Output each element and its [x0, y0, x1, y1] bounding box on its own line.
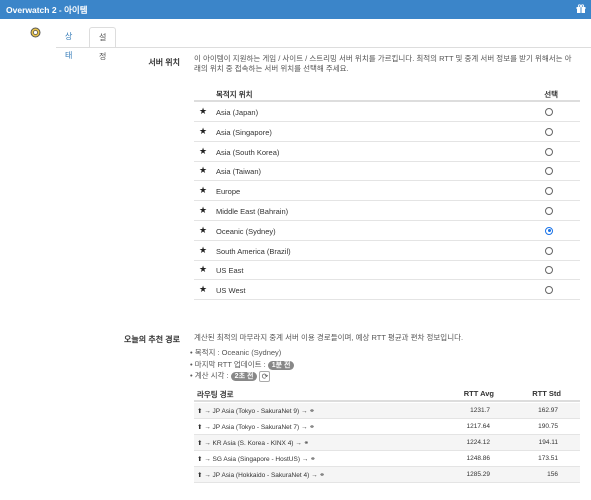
server-select-radio[interactable] — [545, 207, 553, 215]
server-select-radio[interactable] — [545, 187, 553, 196]
select-column-header: 선택 — [544, 90, 558, 99]
destination-column-header: 목적지 위치 — [216, 90, 253, 99]
star-icon: ★ — [199, 205, 208, 215]
calc-time-label: 계산 시각 : — [194, 371, 229, 380]
route-path: ⬆ → JP Asia (Tokyo - SakuraNet 9) → ⚭ — [197, 408, 315, 415]
rtt-std-value: 156 — [547, 471, 558, 478]
rtt-avg-value: 1217.64 — [466, 423, 491, 430]
server-name: Asia (Japan) — [216, 108, 259, 117]
tab-divider — [56, 47, 591, 48]
server-row[interactable]: ★ Asia (Japan) — [194, 102, 580, 122]
server-name: Europe — [216, 187, 241, 197]
calc-time-badge: 2초 전 — [230, 372, 258, 381]
window-title: Overwatch 2 - 아이템 — [6, 5, 88, 15]
gift-icon[interactable] — [576, 4, 586, 14]
server-select-radio[interactable] — [545, 286, 553, 295]
server-row[interactable]: ★ Middle East (Bahrain) — [194, 201, 580, 221]
star-icon: ★ — [199, 165, 208, 176]
route-row: ⬆ → JP Asia (Tokyo - SakuraNet 9) → ⚭ 123… — [194, 403, 580, 419]
server-row[interactable]: ★ Oceanic (Sydney) — [194, 221, 580, 241]
gear-globe-icon — [30, 27, 41, 38]
route-path: ⬆ → JP Asia (Tokyo - SakuraNet 7) → ⚭ — [197, 424, 315, 431]
route-column-header: 라우팅 경로 — [197, 390, 234, 399]
route-row: ⬆ → JP Asia (Tokyo - SakuraNet 7) → ⚭ 121… — [194, 419, 580, 435]
star-icon: ★ — [199, 224, 208, 235]
server-section-label: 서버 위치 — [148, 58, 180, 67]
tab-status[interactable]: 상태 — [56, 27, 81, 60]
server-name: Asia (South Korea) — [216, 147, 280, 157]
route-row: ⬆ → KR Asia (S. Korea - KINX 4) → ⚭ 1224.… — [194, 435, 580, 451]
star-icon: ★ — [199, 244, 208, 255]
server-select-radio[interactable] — [545, 108, 553, 116]
server-name: Asia (Taiwan) — [216, 167, 262, 177]
calc-time-info: • 계산 시각 : 2초 전 ⟳ — [190, 370, 271, 382]
star-icon: ★ — [199, 284, 208, 295]
route-row: ⬆ → SG Asia (Singapore - HostUS) → ⚭ 1248… — [194, 451, 580, 467]
server-name: Asia (Singapore) — [216, 127, 272, 137]
server-row[interactable]: ★ Europe — [194, 181, 580, 202]
route-row: ⬆ → JP Asia (Hokkaido - SakuraNet 4) → ⚭… — [194, 467, 580, 483]
rtt-std-value: 162.97 — [538, 407, 558, 414]
server-table-header: 목적지 위치 선택 — [194, 86, 580, 102]
rtt-avg-value: 1224.12 — [466, 439, 491, 446]
star-icon: ★ — [199, 185, 208, 196]
last-update-badge: 1분 전 — [267, 361, 295, 370]
star-icon: ★ — [199, 125, 208, 136]
destination-info: • 목적지 : Oceanic (Sydney) — [190, 348, 282, 357]
rtt-std-column-header: RTT Std — [532, 389, 561, 398]
rtt-avg-value: 1231.7 — [470, 407, 490, 414]
server-row[interactable]: ★ South America (Brazil) — [194, 241, 580, 261]
server-row[interactable]: ★ US East — [194, 260, 580, 281]
title-bar: Overwatch 2 - 아이템 — [0, 0, 591, 19]
last-update-label: 마지막 RTT 업데이트 : — [194, 360, 266, 369]
server-select-radio[interactable] — [545, 127, 553, 136]
server-select-radio[interactable] — [545, 226, 553, 235]
server-select-radio[interactable] — [545, 167, 553, 176]
rtt-avg-value: 1285.29 — [466, 471, 491, 478]
server-name: Middle East (Bahrain) — [216, 207, 289, 216]
server-select-radio[interactable] — [545, 246, 553, 255]
server-name: US East — [216, 266, 244, 276]
server-name: US West — [216, 286, 246, 296]
rtt-std-value: 194.11 — [538, 439, 558, 446]
route-section-description: 계산된 최적의 마무라지 중계 서버 이용 경로들이며, 예상 RTT 평균과 … — [194, 333, 464, 342]
server-row[interactable]: ★ Asia (Singapore) — [194, 122, 580, 142]
refresh-icon[interactable]: ⟳ — [259, 370, 271, 382]
star-icon: ★ — [199, 264, 208, 275]
last-update-info: • 마지막 RTT 업데이트 : 1분 전 — [190, 359, 295, 370]
rtt-std-value: 190.75 — [538, 423, 558, 430]
route-section-label: 오늘의 추천 경로 — [124, 335, 180, 344]
server-select-radio[interactable] — [545, 266, 553, 275]
route-path: ⬆ → JP Asia (Hokkaido - SakuraNet 4) → ⚭ — [197, 472, 325, 479]
rtt-avg-column-header: RTT Avg — [463, 389, 494, 398]
rtt-avg-value: 1248.86 — [466, 455, 491, 462]
rtt-std-value: 173.51 — [538, 455, 558, 462]
server-row[interactable]: ★ US West — [194, 280, 580, 301]
route-path: ⬆ → KR Asia (S. Korea - KINX 4) → ⚭ — [197, 440, 310, 447]
star-icon: ★ — [199, 106, 208, 116]
star-icon: ★ — [199, 145, 208, 156]
tab-settings[interactable]: 설정 — [89, 27, 117, 61]
server-name: South America (Brazil) — [216, 246, 291, 256]
route-path: ⬆ → SG Asia (Singapore - HostUS) → ⚭ — [197, 456, 316, 463]
server-select-radio[interactable] — [545, 147, 553, 156]
server-row[interactable]: ★ Asia (Taiwan) — [194, 161, 580, 182]
server-name: Oceanic (Sydney) — [216, 226, 276, 236]
route-table-header: 라우팅 경로 RTT Avg RTT Std — [194, 385, 580, 402]
server-row[interactable]: ★ Asia (South Korea) — [194, 142, 580, 162]
destination-text: 목적지 : Oceanic (Sydney) — [194, 348, 282, 357]
server-section-description: 이 아이템이 지원하는 게임 / 사이트 / 스트리밍 서버 위치를 가르킵니다… — [194, 54, 572, 73]
